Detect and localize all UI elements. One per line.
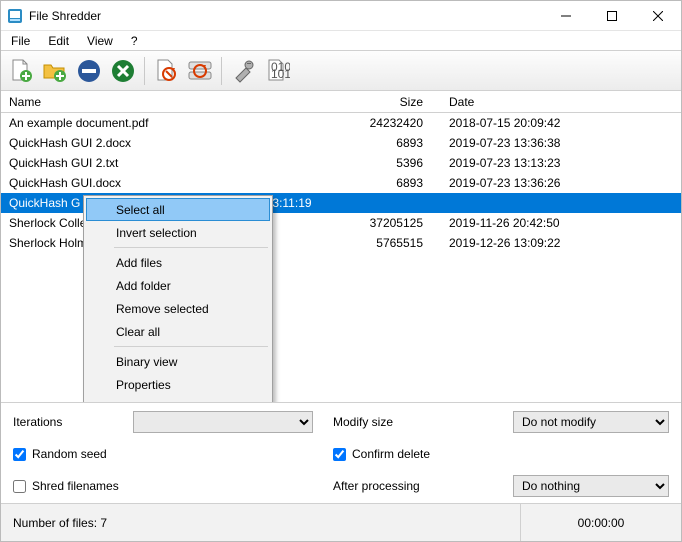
settings-button[interactable] <box>227 55 259 87</box>
table-row[interactable]: QuickHash GUI 2.txt53962019-07-23 13:13:… <box>1 153 681 173</box>
cell-name: QuickHash GUI 2.txt <box>1 156 331 170</box>
shred-button[interactable] <box>150 55 182 87</box>
menu-edit[interactable]: Edit <box>48 34 69 48</box>
cell-name: An example document.pdf <box>1 116 331 130</box>
cm-separator <box>114 247 268 248</box>
iterations-select[interactable] <box>133 411 313 433</box>
confirm-delete-label: Confirm delete <box>352 447 430 461</box>
random-seed-checkbox[interactable] <box>13 448 26 461</box>
modify-size-label: Modify size <box>333 415 513 429</box>
status-timer: 00:00:00 <box>521 516 681 530</box>
add-file-button[interactable] <box>5 55 37 87</box>
window-buttons <box>543 1 681 30</box>
clear-all-button[interactable] <box>107 55 139 87</box>
cell-date: 2019-11-26 20:42:50 <box>431 216 681 230</box>
minimize-button[interactable] <box>543 1 589 30</box>
remove-button[interactable] <box>73 55 105 87</box>
toolbar: 010101 <box>1 51 681 91</box>
column-header-date[interactable]: Date <box>431 95 681 109</box>
svg-text:101: 101 <box>271 67 290 81</box>
menu-view[interactable]: View <box>87 34 113 48</box>
table-row[interactable]: An example document.pdf242324202018-07-1… <box>1 113 681 133</box>
cell-date: 2019-07-23 13:13:23 <box>431 156 681 170</box>
modify-size-select[interactable]: Do not modify <box>513 411 669 433</box>
app-window: File Shredder File Edit View ? <box>0 0 682 542</box>
cm-binary-view[interactable]: Binary view <box>86 350 270 373</box>
cell-size: 5396 <box>331 156 431 170</box>
titlebar: File Shredder <box>1 1 681 31</box>
cm-invert-selection[interactable]: Invert selection <box>86 221 270 244</box>
cm-select-all[interactable]: Select all <box>86 198 270 221</box>
cell-date: 2018-07-15 20:09:42 <box>431 116 681 130</box>
window-title: File Shredder <box>29 9 543 23</box>
cm-separator <box>114 346 268 347</box>
column-header-size[interactable]: Size <box>331 95 431 109</box>
maximize-button[interactable] <box>589 1 635 30</box>
menu-help[interactable]: ? <box>131 34 138 48</box>
cm-remove-selected[interactable]: Remove selected <box>86 297 270 320</box>
close-button[interactable] <box>635 1 681 30</box>
cm-clear-all[interactable]: Clear all <box>86 320 270 343</box>
column-header-name[interactable]: Name <box>1 95 331 109</box>
cm-otevreno[interactable]: Otevřeno <box>86 396 270 402</box>
options-panel: Iterations Random seed Shred filenames M… <box>1 402 681 503</box>
cell-size: 6893 <box>331 176 431 190</box>
cell-name: QuickHash GUI 2.docx <box>1 136 331 150</box>
random-seed-label: Random seed <box>32 447 107 461</box>
add-folder-button[interactable] <box>39 55 71 87</box>
status-file-count: Number of files: 7 <box>1 504 521 541</box>
context-menu: Select all Invert selection Add files Ad… <box>83 195 273 402</box>
cell-date: 2019-07-23 13:36:38 <box>431 136 681 150</box>
menubar: File Edit View ? <box>1 31 681 51</box>
after-processing-label: After processing <box>333 479 513 493</box>
cell-name: QuickHash GUI.docx <box>1 176 331 190</box>
cell-size: 24232420 <box>331 116 431 130</box>
cell-date: 2019-12-26 13:09:22 <box>431 236 681 250</box>
cm-add-folder[interactable]: Add folder <box>86 274 270 297</box>
cell-date: 2019-07-23 13:36:26 <box>431 176 681 190</box>
file-list[interactable]: An example document.pdf242324202018-07-1… <box>1 113 681 402</box>
shred-filenames-checkbox[interactable] <box>13 480 26 493</box>
table-row[interactable]: QuickHash GUI 2.docx68932019-07-23 13:36… <box>1 133 681 153</box>
binary-view-button[interactable]: 010101 <box>261 55 293 87</box>
iterations-label: Iterations <box>13 415 133 429</box>
shred-all-button[interactable] <box>184 55 216 87</box>
shred-filenames-label: Shred filenames <box>32 479 119 493</box>
statusbar: Number of files: 7 00:00:00 <box>1 503 681 541</box>
app-icon <box>7 8 23 24</box>
confirm-delete-checkbox[interactable] <box>333 448 346 461</box>
menu-file[interactable]: File <box>11 34 30 48</box>
after-processing-select[interactable]: Do nothing <box>513 475 669 497</box>
cm-properties[interactable]: Properties <box>86 373 270 396</box>
cell-size: 5765515 <box>331 236 431 250</box>
cm-add-files[interactable]: Add files <box>86 251 270 274</box>
toolbar-separator <box>144 57 145 85</box>
table-row[interactable]: QuickHash GUI.docx68932019-07-23 13:36:2… <box>1 173 681 193</box>
cell-size: 37205125 <box>331 216 431 230</box>
cell-name: QuickHash G <box>1 196 83 210</box>
toolbar-separator <box>221 57 222 85</box>
cell-size: 6893 <box>331 136 431 150</box>
list-header: Name Size Date <box>1 91 681 113</box>
